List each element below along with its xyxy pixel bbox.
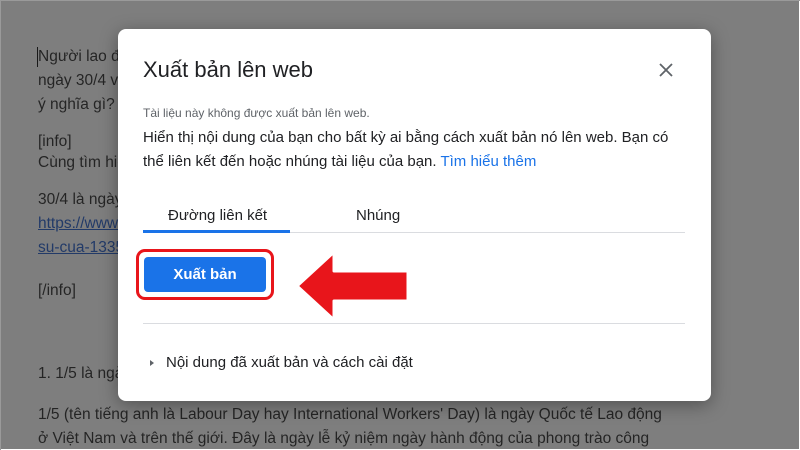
publish-button-highlight: Xuất bản [136,249,274,300]
red-arrow-annotation [295,250,410,322]
publish-to-web-dialog: Xuất bản lên web Tài liệu này không được… [118,29,711,401]
publish-button[interactable]: Xuất bản [144,257,266,292]
active-tab-indicator [143,230,290,233]
published-settings-label: Nội dung đã xuất bản và cách cài đặt [166,354,413,371]
tab-link[interactable]: Đường liên kết [168,207,267,224]
dialog-title: Xuất bản lên web [143,57,314,82]
dialog-description: Hiển thị nội dung của bạn cho bất kỳ ai … [143,126,688,174]
screenshot-frame: Người lao động cần biết những gì về ngày… [0,0,800,450]
close-button[interactable] [651,55,681,85]
publish-tabs: Đường liên kết Nhúng [143,201,685,233]
description-text: Hiển thị nội dung của bạn cho bất kỳ ai … [143,129,669,170]
triangle-right-icon [150,359,154,366]
learn-more-link[interactable]: Tìm hiểu thêm [440,153,536,170]
close-icon [659,63,673,77]
divider [143,323,685,324]
tab-embed[interactable]: Nhúng [356,207,400,224]
publish-status-text: Tài liệu này không được xuất bản lên web… [143,106,370,120]
published-settings-expander[interactable]: Nội dung đã xuất bản và cách cài đặt [148,354,413,371]
